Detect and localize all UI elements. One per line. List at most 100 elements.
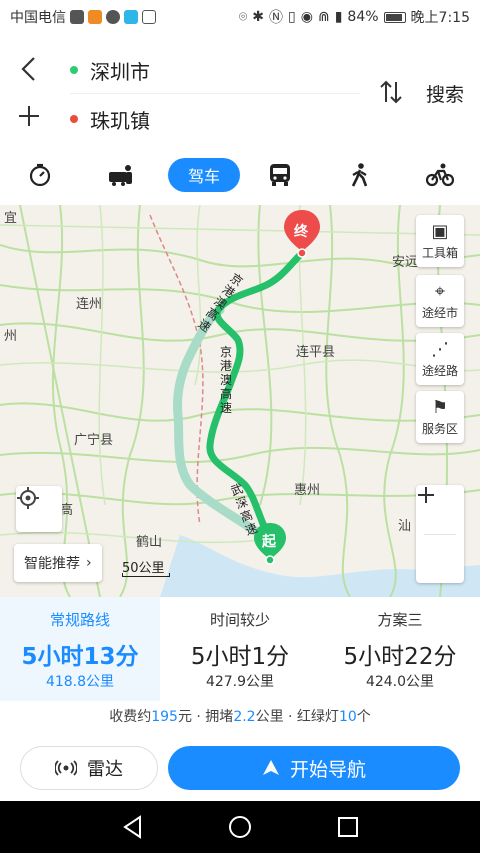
back-nav-icon[interactable] <box>120 813 148 841</box>
bike-icon <box>426 163 454 187</box>
map-label-huizhou: 惠州 <box>294 483 321 498</box>
start-navigation-button[interactable]: 开始导航 <box>168 746 460 790</box>
route-option-1[interactable]: 常规路线 5小时13分 418.8公里 <box>0 597 160 701</box>
carpool-icon <box>109 165 132 186</box>
end-location-field[interactable]: 珠玑镇 <box>70 101 150 137</box>
end-location-text: 珠玑镇 <box>90 108 150 133</box>
route-option-time: 5小时1分 <box>190 644 290 670</box>
toll-prefix: 收费约 <box>109 709 152 725</box>
radar-label: 雷达 <box>87 759 123 780</box>
map-label-lianping: 连平县 <box>296 345 336 360</box>
route-option-3[interactable]: 方案三 5小时22分 424.0公里 <box>320 597 480 701</box>
route-option-2[interactable]: 时间较少 5小时1分 427.9公里 <box>160 597 320 701</box>
bluetooth-icon: ✱ <box>252 9 265 25</box>
tab-taxi[interactable] <box>24 158 56 192</box>
radar-button[interactable]: 雷达 <box>20 746 158 790</box>
search-button[interactable]: 搜索 <box>426 80 464 107</box>
zoom-controls <box>416 485 464 583</box>
smart-recommend-button[interactable]: 智能推荐 › <box>14 544 102 582</box>
notification-icon <box>70 10 84 24</box>
tab-bike[interactable] <box>424 158 456 192</box>
map-label-edge-top: 宜 <box>4 211 18 226</box>
tab-walk[interactable] <box>344 158 376 192</box>
start-navigation-label: 开始导航 <box>289 758 366 781</box>
via-road-label: 途经路 <box>421 363 458 378</box>
map-label-anyuan: 安远 <box>392 255 419 270</box>
zoom-out-button[interactable] <box>416 494 464 584</box>
tab-carpool[interactable] <box>104 158 136 192</box>
bus-icon <box>270 164 290 186</box>
route-option-distance: 424.0公里 <box>365 674 435 690</box>
chevron-right-icon: › <box>86 555 92 571</box>
navigation-arrow-icon <box>262 760 279 775</box>
lights-value: 10 <box>338 709 357 725</box>
map-flag-icon: ⚑ <box>431 396 449 418</box>
tab-bus[interactable] <box>264 158 296 192</box>
back-button[interactable] <box>14 56 44 86</box>
route-option-name: 常规路线 <box>49 611 110 629</box>
route-option-distance: 427.9公里 <box>205 674 275 690</box>
nfc-icon: Ⓝ <box>269 10 284 26</box>
route-options: 常规路线 5小时13分 418.8公里 时间较少 5小时1分 427.9公里 方… <box>0 597 480 701</box>
location-icon: ⌾ <box>238 9 248 25</box>
smart-recommend-label: 智能推荐 <box>24 556 80 572</box>
minus-icon <box>418 494 434 496</box>
toll-value: 195 <box>151 709 178 725</box>
route-header: 深圳市 珠玑镇 搜索 <box>0 34 480 150</box>
via-city-button[interactable]: ⌖ 途经市 <box>416 275 464 327</box>
locate-button[interactable] <box>16 486 62 532</box>
service-area-label: 服务区 <box>421 421 458 436</box>
store-icon <box>124 10 138 24</box>
start-dot-icon <box>70 66 78 74</box>
route-option-name: 时间较少 <box>209 611 270 629</box>
add-waypoint-button[interactable] <box>14 104 44 134</box>
taxi-timer-icon <box>29 163 51 187</box>
jam-value: 2.2 <box>233 709 256 725</box>
map-label-zhou: 州 <box>4 329 18 344</box>
battery-icon <box>383 11 406 23</box>
chevron-left-icon <box>21 57 35 81</box>
via-road-button[interactable]: ⋰ 途经路 <box>416 333 464 385</box>
locate-icon <box>17 487 39 509</box>
swap-icon <box>380 80 402 104</box>
home-nav-icon[interactable] <box>226 813 254 841</box>
map-view[interactable]: 终 起 连州 连平县 广宁县 惠州 鹤山 汕 安远 州 宜 高 京港澳高速 京港… <box>0 205 480 597</box>
start-location-field[interactable]: 深圳市 <box>70 52 150 88</box>
vibrate-icon: ▯ <box>288 9 296 25</box>
map-label-shantou: 汕 <box>398 519 412 534</box>
swap-button[interactable] <box>376 78 406 108</box>
map-label-heshan: 鹤山 <box>136 535 163 550</box>
toolbox-button[interactable]: ▣ 工具箱 <box>416 215 464 267</box>
route-summary: 收费约195元 · 拥堵2.2公里 · 红绿灯10个 <box>0 706 480 734</box>
jam-unit: 公里 · 红绿灯 <box>255 709 339 725</box>
carrier-label: 中国电信 <box>10 10 66 26</box>
start-location-text: 深圳市 <box>90 59 150 84</box>
bottom-actions: 雷达 开始导航 <box>0 744 480 794</box>
signal-icon: ▮ <box>334 9 343 25</box>
tab-drive[interactable]: 驾车 <box>168 158 240 192</box>
status-right: ⌾ ✱ Ⓝ ▯ ◉ ⋒ ▮ 84% 晚上7:15 <box>239 7 470 27</box>
end-dot-icon <box>70 115 78 123</box>
message-icon <box>106 10 120 24</box>
route-option-time: 5小时22分 <box>343 644 457 670</box>
road-label-2: 京港澳高速 <box>220 345 233 415</box>
map-label-guangning: 广宁县 <box>74 433 114 448</box>
via-city-label: 途经市 <box>421 305 458 320</box>
app-icon <box>142 10 156 24</box>
route-option-time: 5小时13分 <box>21 644 139 670</box>
transport-mode-tabs: 驾车 <box>0 154 480 198</box>
eye-icon: ◉ <box>300 9 313 25</box>
route-option-distance: 418.8公里 <box>45 674 115 690</box>
map-scale-bar <box>122 573 170 577</box>
radar-icon <box>55 760 77 776</box>
route-option-name: 方案三 <box>377 611 423 629</box>
system-nav-bar <box>0 801 480 853</box>
toolbox-label: 工具箱 <box>421 245 458 260</box>
app-notification-icon <box>88 10 102 24</box>
service-area-button[interactable]: ⚑ 服务区 <box>416 391 464 443</box>
end-marker-label: 终 <box>294 224 308 240</box>
map-label-lianzhou: 连州 <box>76 297 103 312</box>
recents-nav-icon[interactable] <box>334 813 362 841</box>
wifi-icon: ⋒ <box>317 9 330 25</box>
lights-unit: 个 <box>356 709 371 725</box>
